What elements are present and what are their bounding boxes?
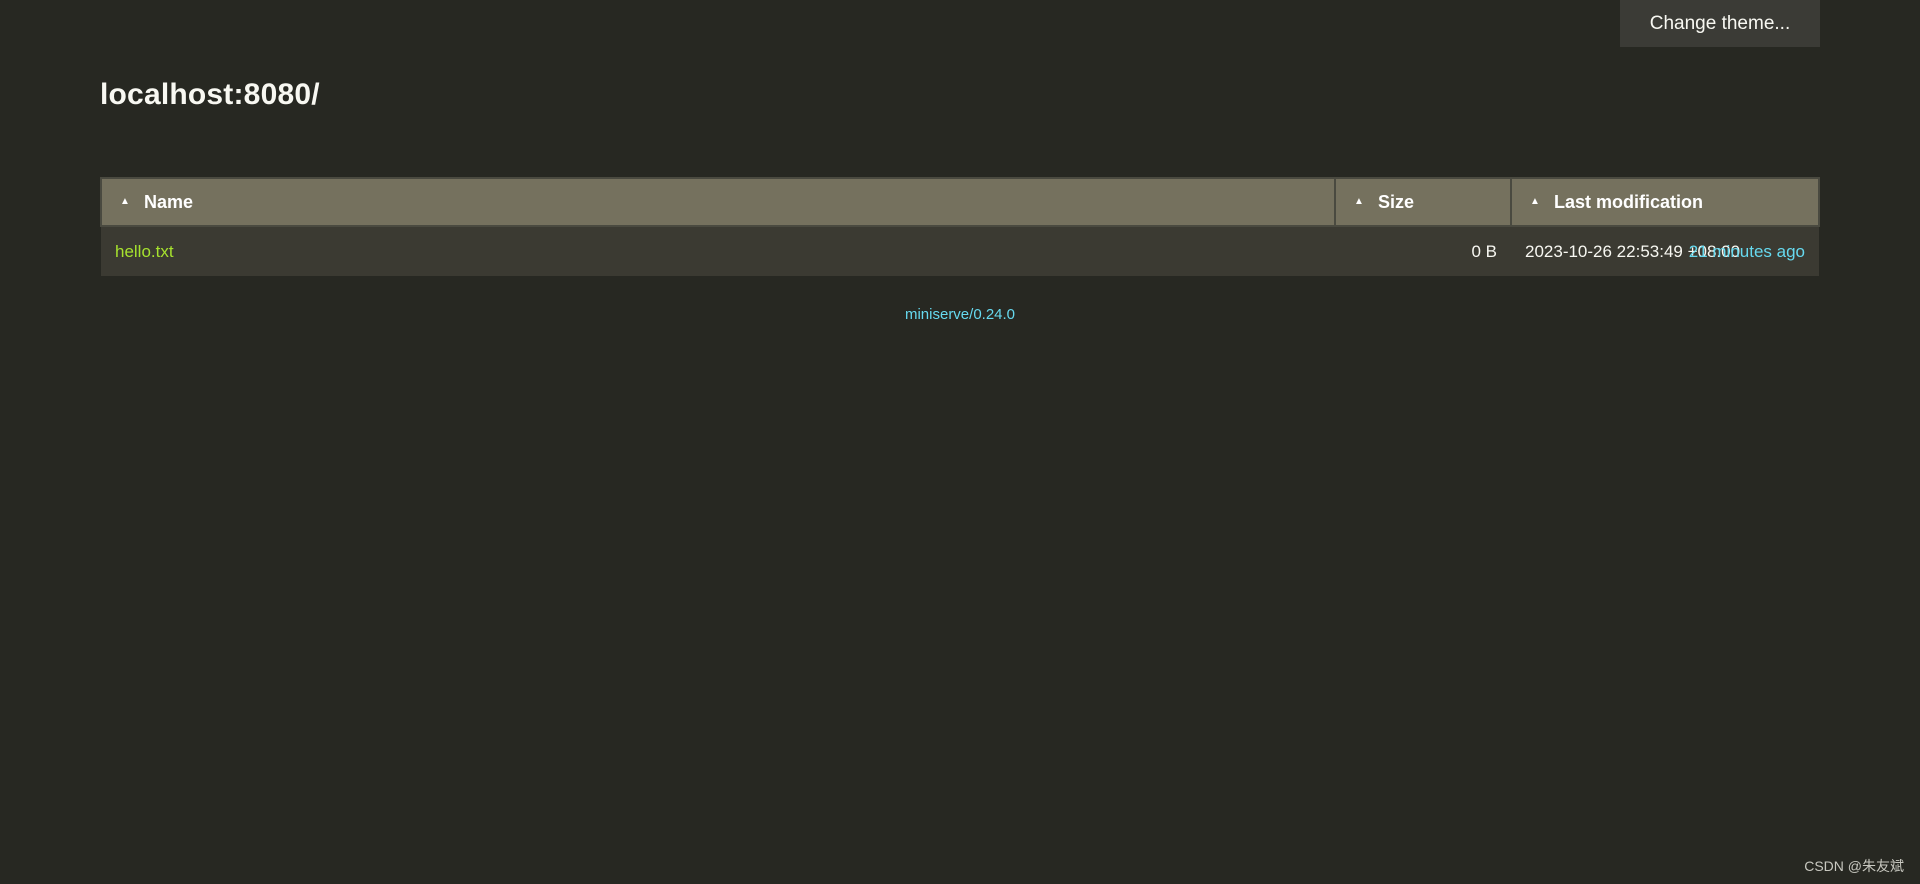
file-date-cell: 2023-10-26 22:53:49 +08:00 21 minutes ag… [1511, 225, 1819, 276]
size-header-label: Size [1378, 191, 1415, 212]
file-size-cell: 0 B [1335, 225, 1511, 276]
name-header-label: Name [144, 191, 194, 212]
sort-by-size-header[interactable]: ▲ Size [1334, 177, 1512, 227]
watermark: CSDN @朱友斌 [1804, 858, 1904, 874]
sort-arrow-icon: ▲ [1530, 195, 1540, 207]
miniserve-version-link[interactable]: miniserve/0.24.0 [905, 306, 1015, 323]
file-listing-table: ▲ Name ▲ Size ▲ Last modification hello.… [100, 177, 1820, 276]
file-relative-time: 21 minutes ago [1688, 241, 1805, 261]
modification-header-label: Last modification [1554, 191, 1704, 212]
file-link-hello-txt[interactable]: hello.txt [115, 242, 174, 261]
table-header-row: ▲ Name ▲ Size ▲ Last modification [100, 177, 1820, 227]
footer: miniserve/0.24.0 [0, 306, 1920, 323]
sort-arrow-icon: ▲ [1354, 195, 1364, 207]
page-title: localhost:8080/ [100, 78, 320, 111]
sort-by-name-header[interactable]: ▲ Name [100, 177, 1336, 227]
file-name-cell: hello.txt [101, 225, 1335, 276]
sort-arrow-icon: ▲ [120, 195, 130, 207]
sort-by-modification-header[interactable]: ▲ Last modification [1510, 177, 1820, 227]
change-theme-button[interactable]: Change theme... [1620, 0, 1820, 47]
table-row: hello.txt 0 B 2023-10-26 22:53:49 +08:00… [101, 225, 1819, 276]
